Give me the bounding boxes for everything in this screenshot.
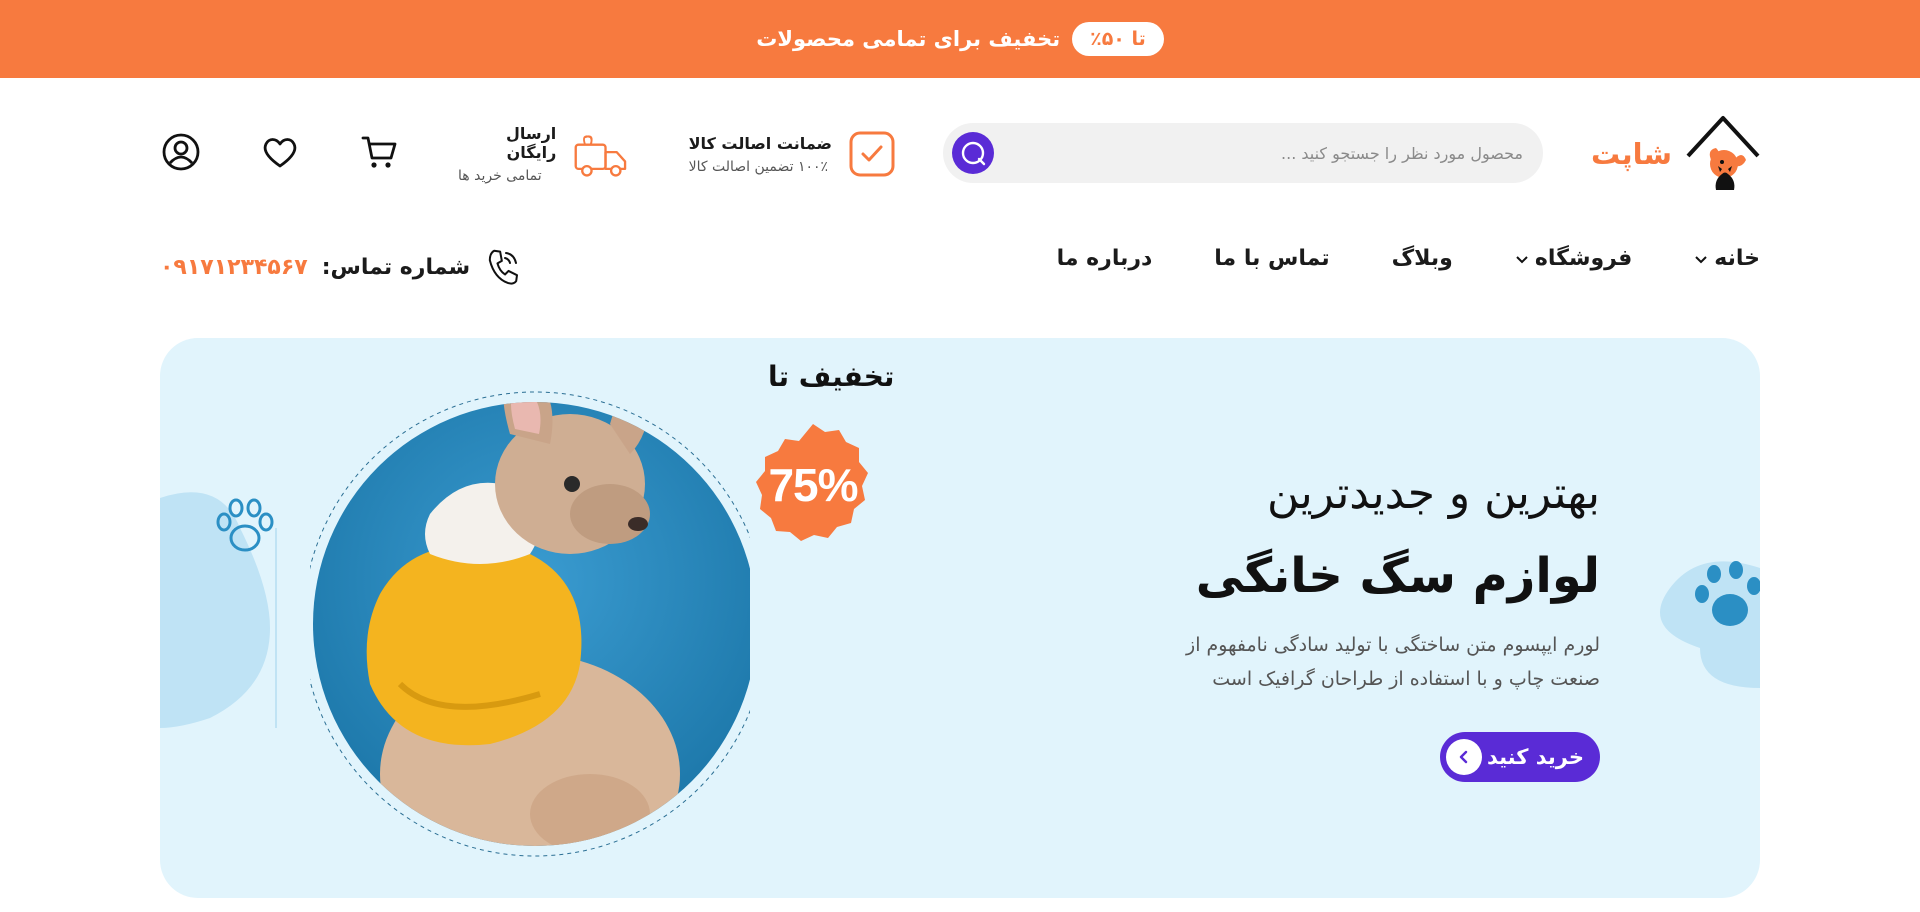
- paw-print-outline-icon: [216, 498, 274, 552]
- chevron-down-icon: [1695, 255, 1707, 263]
- hero-title-line1: بهترین و جدیدترین: [1267, 468, 1600, 519]
- cart-button[interactable]: [357, 130, 401, 174]
- chevron-left-icon: [1446, 739, 1482, 775]
- paw-print-filled-icon: [1695, 561, 1760, 626]
- promo-discount-pill: تا ۵۰٪: [1072, 22, 1164, 56]
- site-header: شاپت ضمانت اصالت کالا ۱۰۰٪ تضمین اصالت ک…: [0, 78, 1920, 232]
- delivery-truck-icon: [574, 135, 627, 177]
- user-icon: [162, 133, 200, 171]
- hero-banner: تخفیف تا 75% بهترین و جدیدترین لوازم سگ …: [160, 338, 1760, 898]
- contact-phone-number[interactable]: ۰۹۱۷۱۲۳۴۵۶۷: [160, 255, 308, 280]
- contact-label: شماره تماس:: [321, 254, 471, 280]
- nav-item-home[interactable]: خانه: [1694, 246, 1760, 271]
- nav-item-label: درباره ما: [1056, 246, 1153, 271]
- feature-shipping-title: ارسال رایگان: [505, 124, 557, 162]
- promo-bar: تا ۵۰٪ تخفیف برای تمامی محصولات: [0, 0, 1920, 78]
- hero-discount-value: 75%: [768, 459, 858, 511]
- search-icon: [961, 141, 986, 166]
- contact-info: ۰۹۱۷۱۲۳۴۵۶۷ شماره تماس:: [160, 248, 520, 286]
- nav-item-about[interactable]: درباره ما: [1057, 246, 1153, 271]
- brand-logo[interactable]: شاپت: [1582, 114, 1760, 194]
- chevron-down-icon: [1516, 255, 1528, 263]
- feature-guarantee-text: ضمانت اصالت کالا ۱۰۰٪ تضمین اصالت کالا: [689, 134, 832, 175]
- feature-guarantee-title: ضمانت اصالت کالا: [688, 133, 832, 153]
- phone-icon: [488, 249, 519, 285]
- hero-discount-label: تخفیف تا: [768, 360, 895, 393]
- search-input[interactable]: [1023, 123, 1523, 183]
- feature-shipping-subtitle: تمامی خرید ها: [458, 168, 542, 184]
- nav-item-label: وبلاگ: [1391, 246, 1453, 271]
- hero-shop-button[interactable]: خرید کنید: [1440, 732, 1600, 782]
- hero-dog-image: [310, 391, 750, 857]
- nav-item-contact[interactable]: تماس با ما: [1214, 246, 1329, 271]
- brand-name: شاپت: [1591, 137, 1672, 171]
- promo-text: تخفیف برای تمامی محصولات: [756, 27, 1061, 51]
- search-button[interactable]: [952, 132, 994, 174]
- wishlist-button[interactable]: [258, 130, 302, 174]
- cart-icon: [361, 136, 397, 168]
- check-badge-icon: [849, 131, 895, 177]
- logo-house-pet-icon: [1686, 116, 1760, 190]
- feature-guarantee: ضمانت اصالت کالا ۱۰۰٪ تضمین اصالت کالا: [686, 126, 896, 182]
- user-account-button[interactable]: [159, 130, 203, 174]
- nav-menu: خانه فروشگاه وبلاگ تماس با ما درباره ما: [1057, 246, 1760, 271]
- nav-item-label: تماس با ما: [1214, 246, 1330, 271]
- search-bar: [943, 123, 1543, 183]
- main-navigation: خانه فروشگاه وبلاگ تماس با ما درباره ما …: [0, 232, 1920, 302]
- feature-shipping: ارسال رایگان تمامی خرید ها: [458, 124, 630, 184]
- hero-shop-button-label: خرید کنید: [1486, 745, 1584, 769]
- hero-title-line2: لوازم سگ خانگی: [1195, 548, 1600, 604]
- nav-item-shop[interactable]: فروشگاه: [1515, 246, 1632, 271]
- feature-shipping-text: ارسال رایگان تمامی خرید ها: [458, 124, 556, 184]
- nav-item-blog[interactable]: وبلاگ: [1392, 246, 1453, 271]
- nav-item-label: فروشگاه: [1534, 246, 1633, 271]
- hero-description: لورم ایپسوم متن ساختگی با تولید سادگی نا…: [1186, 634, 1600, 690]
- heart-icon: [263, 138, 297, 168]
- feature-guarantee-subtitle: ۱۰۰٪ تضمین اصالت کالا: [688, 158, 829, 175]
- nav-item-label: خانه: [1714, 246, 1760, 271]
